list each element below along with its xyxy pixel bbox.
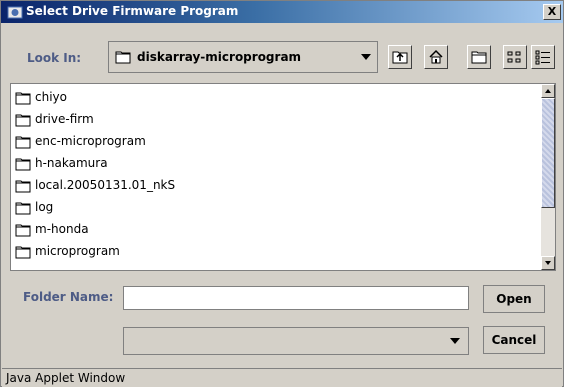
list-view-icon bbox=[507, 51, 521, 63]
chevron-down-icon bbox=[361, 54, 371, 60]
list-item-label: m-honda bbox=[35, 222, 89, 236]
new-folder-button[interactable] bbox=[467, 45, 491, 69]
arrow-up-icon bbox=[545, 89, 551, 93]
list-item-label: enc-microprogram bbox=[35, 134, 146, 148]
look-in-label: Look In: bbox=[27, 51, 82, 65]
folder-icon bbox=[15, 246, 31, 259]
up-folder-icon bbox=[392, 51, 408, 64]
dialog-window: Select Drive Firmware Program X Look In:… bbox=[0, 0, 564, 387]
list-item-label: microprogram bbox=[35, 244, 120, 258]
list-item-label: local.20050131.01_nkS bbox=[35, 178, 176, 192]
status-text: Java Applet Window bbox=[6, 371, 126, 385]
home-icon bbox=[429, 49, 443, 64]
up-folder-button[interactable] bbox=[388, 45, 412, 69]
folder-icon bbox=[15, 202, 31, 215]
list-item-label: log bbox=[35, 200, 54, 214]
folder-icon bbox=[115, 51, 131, 64]
window-title: Select Drive Firmware Program bbox=[26, 4, 239, 18]
folder-icon bbox=[15, 136, 31, 149]
folder-icon bbox=[15, 180, 31, 193]
look-in-value: diskarray-microprogram bbox=[137, 50, 302, 64]
close-icon: X bbox=[547, 5, 557, 18]
folder-icon bbox=[15, 92, 31, 105]
scroll-up-button[interactable] bbox=[541, 84, 555, 98]
folder-name-label: Folder Name: bbox=[23, 290, 114, 304]
home-button[interactable] bbox=[424, 45, 448, 69]
open-button[interactable]: Open bbox=[483, 285, 545, 313]
vertical-scrollbar[interactable] bbox=[541, 84, 555, 270]
scroll-thumb[interactable] bbox=[541, 98, 555, 208]
folder-icon bbox=[15, 114, 31, 127]
chevron-down-icon bbox=[450, 338, 460, 344]
cancel-button[interactable]: Cancel bbox=[483, 326, 545, 354]
look-in-dropdown[interactable]: diskarray-microprogram bbox=[108, 41, 378, 73]
details-view-icon bbox=[535, 50, 550, 65]
folder-name-input[interactable] bbox=[123, 286, 469, 310]
file-list[interactable]: chiyo drive-firm enc-microprogram h-naka… bbox=[10, 83, 556, 271]
scroll-down-button[interactable] bbox=[541, 256, 555, 270]
folder-icon bbox=[15, 158, 31, 171]
list-view-button[interactable] bbox=[503, 45, 527, 69]
details-view-button[interactable] bbox=[531, 45, 555, 69]
status-bar: Java Applet Window bbox=[2, 368, 562, 387]
list-item-label: drive-firm bbox=[35, 112, 94, 126]
title-bar[interactable]: Select Drive Firmware Program X bbox=[1, 1, 563, 23]
list-item-label: h-nakamura bbox=[35, 156, 108, 170]
new-folder-icon bbox=[471, 51, 487, 64]
arrow-down-icon bbox=[545, 261, 551, 265]
java-applet-icon bbox=[7, 6, 23, 19]
file-filter-dropdown[interactable] bbox=[123, 327, 469, 355]
folder-icon bbox=[15, 224, 31, 237]
list-item-label: chiyo bbox=[35, 90, 67, 104]
close-button[interactable]: X bbox=[543, 4, 561, 20]
